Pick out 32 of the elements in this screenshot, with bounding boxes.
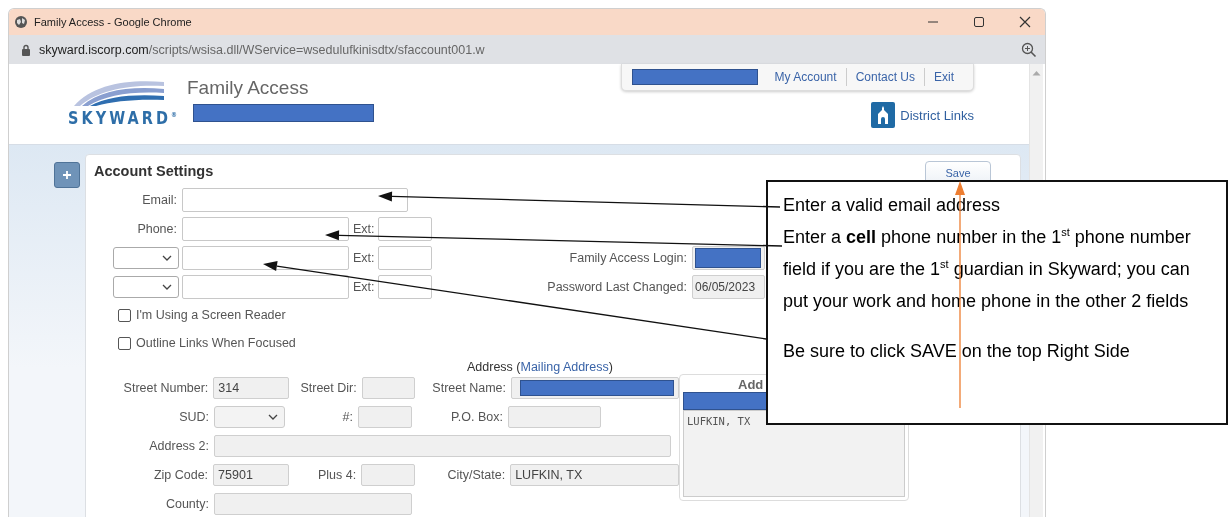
field-label: City/State: bbox=[446, 468, 506, 482]
field-label: Street Name: bbox=[431, 381, 506, 395]
read-only-field: 06/05/2023 bbox=[692, 275, 765, 299]
window-title: Family Access - Google Chrome bbox=[34, 16, 192, 28]
address-field: 75901 bbox=[213, 464, 289, 486]
field-label: Street Dir: bbox=[299, 381, 357, 395]
field-label: #: bbox=[341, 410, 353, 424]
field-label: Ext: bbox=[352, 222, 376, 236]
app-title: Family Access bbox=[187, 77, 310, 99]
address-field: LUFKIN, TX bbox=[510, 464, 679, 486]
field-label: Phone: bbox=[137, 222, 178, 236]
field-label: Plus 4: bbox=[316, 468, 357, 482]
field-label: Address 2: bbox=[148, 439, 209, 453]
field-label: County: bbox=[164, 497, 209, 511]
section-title: Account Settings bbox=[94, 163, 214, 179]
field-label: SUD: bbox=[178, 410, 209, 424]
callout-text: Be sure to click SAVE on the top Right Side bbox=[783, 340, 1131, 363]
field-label: Password Last Changed: bbox=[547, 280, 687, 294]
field-label: Email: bbox=[142, 193, 178, 207]
field-label: Family Access Login: bbox=[569, 251, 687, 265]
field-label: Street Number: bbox=[122, 381, 209, 395]
checkbox-label: Outline Links When Focused bbox=[136, 336, 296, 350]
field-label: Ext: bbox=[352, 251, 376, 265]
address-field: 314 bbox=[213, 377, 289, 399]
callout-text: Enter a valid email address bbox=[783, 194, 1002, 217]
field-label: Ext: bbox=[352, 280, 376, 294]
logo-text: SKYWARD$^{®}$ bbox=[68, 106, 178, 127]
callout-text: Enter a cell phone number in the 1$^{st}$ phone number field if you are the 1$^{st}$ guardian in Skyward; you can put your work and home phone in the other 2 fields bbox=[783, 225, 1192, 313]
field-label: P.O. Box: bbox=[450, 410, 503, 424]
checkbox-label: I'm Using a Screen Reader bbox=[136, 308, 286, 322]
panel-heading: Add bbox=[738, 378, 765, 392]
field-label: Zip Code: bbox=[152, 468, 209, 482]
